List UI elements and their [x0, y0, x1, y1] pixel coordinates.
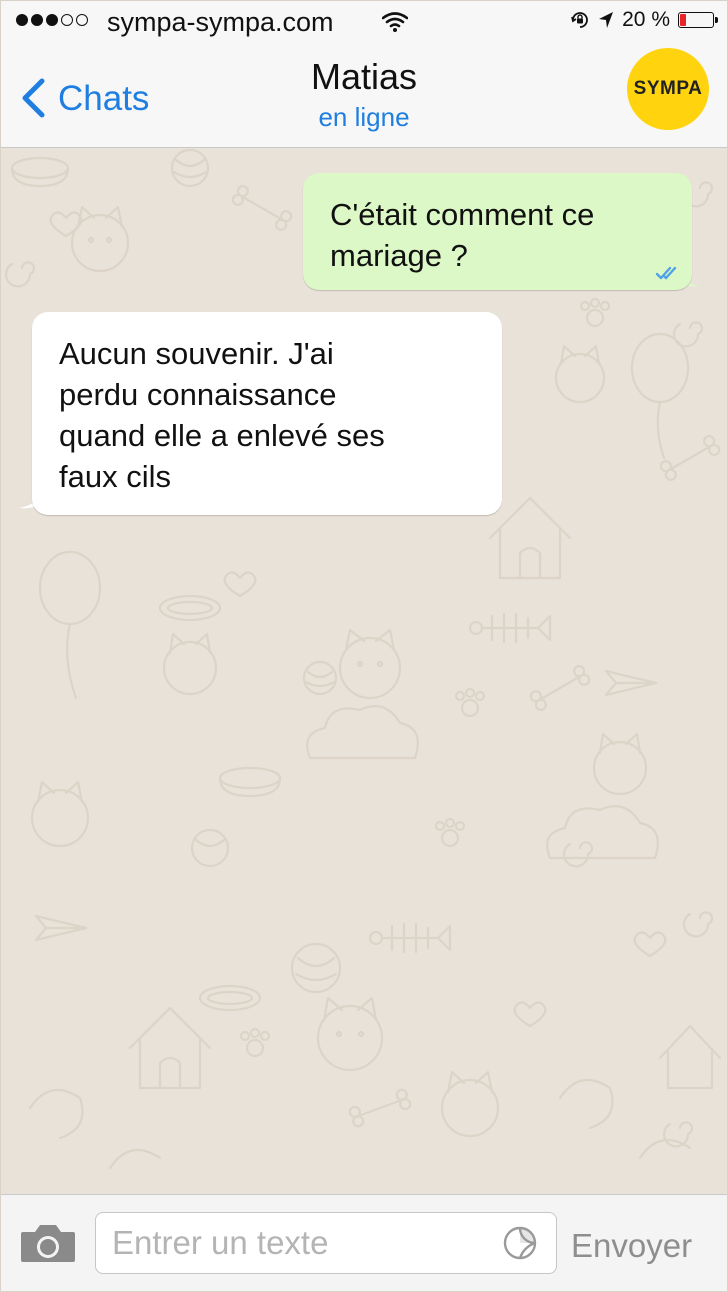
double-check-icon [655, 266, 677, 280]
message-input-bar: Envoyer [0, 1194, 728, 1292]
doodle-wallpaper [4, 148, 722, 1170]
status-bar: sympa-sympa.com 20 % [0, 0, 728, 44]
signal-dot [76, 14, 88, 26]
chat-header: Chats Matias en ligne SYMPA [0, 44, 728, 148]
signal-dot [31, 14, 43, 26]
battery-fill [680, 14, 686, 26]
message-line: mariage ? [330, 238, 468, 273]
message-text-field[interactable] [95, 1212, 557, 1274]
message-input[interactable] [112, 1221, 492, 1265]
message-line: quand elle a enlevé ses [59, 418, 385, 453]
signal-dot [61, 14, 73, 26]
message-line: perdu connaissance [59, 377, 337, 412]
wifi-icon [382, 12, 408, 32]
chat-area[interactable]: C'était comment ce mariage ? Aucun souve… [0, 148, 728, 1194]
message-line: faux cils [59, 459, 171, 494]
location-arrow-icon [599, 12, 614, 28]
battery-percent: 20 % [622, 8, 670, 31]
signal-dot [16, 14, 28, 26]
logo-text: SYMPA [633, 78, 703, 99]
lock-rotation-icon [571, 12, 589, 28]
message-line: Aucun souvenir. J'ai [59, 336, 334, 371]
carrier-name: sympa-sympa.com [107, 7, 334, 37]
signal-strength-icon [16, 14, 88, 26]
message-line: C'était comment ce [330, 197, 595, 232]
camera-icon[interactable] [19, 1222, 77, 1264]
contact-status: en ligne [318, 102, 410, 132]
send-button[interactable]: Envoyer [571, 1227, 692, 1265]
battery-icon [678, 12, 718, 28]
message-bubble-received[interactable]: Aucun souvenir. J'ai perdu connaissance … [32, 312, 502, 515]
sympa-logo: SYMPA [627, 48, 709, 130]
sticker-icon[interactable] [502, 1225, 538, 1261]
contact-name[interactable]: Matias [0, 56, 728, 98]
signal-dot [46, 14, 58, 26]
message-bubble-sent[interactable]: C'était comment ce mariage ? [303, 173, 692, 290]
